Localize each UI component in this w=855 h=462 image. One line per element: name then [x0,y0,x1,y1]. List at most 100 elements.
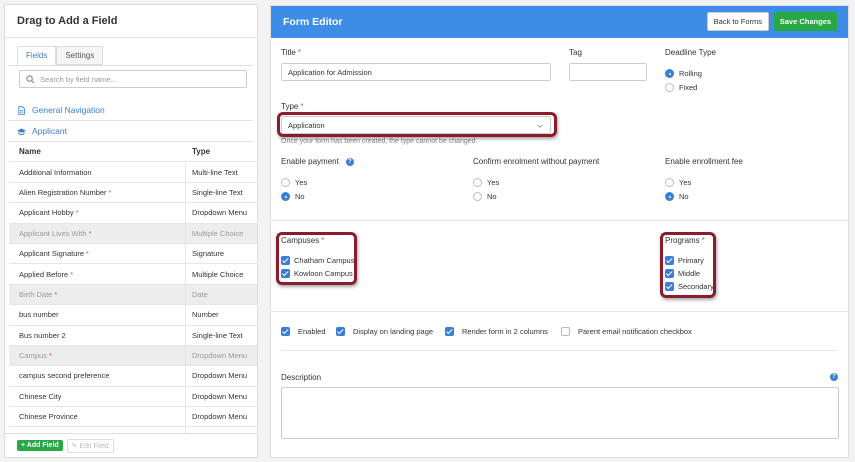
table-row[interactable]: Campus * Dropdown Menu [9,345,257,367]
radio-label: Rolling [679,69,702,78]
group-divider [9,120,253,121]
radio-label: No [487,192,497,201]
checkbox-box [281,327,290,336]
table-row[interactable]: bus number Number [9,305,257,326]
checkbox-box [281,256,290,265]
field-name: Chinese City [19,391,62,401]
add-field-button[interactable]: + Add Field [17,440,63,451]
display-landing-checkbox[interactable]: Display on landing page [336,326,433,337]
required-mark: * [54,289,58,299]
checkbox-label: Display on landing page [353,327,434,336]
table-row[interactable]: Bus number 2 Single-line Text [9,325,257,346]
field-name-cell: Campus * [9,345,186,366]
group-general-navigation[interactable]: General Navigation [17,103,105,117]
chevron-down-icon [537,124,543,128]
program-checkbox-primary[interactable]: Primary [665,255,704,266]
help-icon[interactable]: ? [345,157,354,166]
field-palette-panel: Drag to Add a Field Fields Settings Gene… [4,4,258,458]
field-type-cell: Single-line Text [192,330,243,340]
field-name: Birth Date [19,289,53,299]
field-type-cell: Single-line Text [192,187,243,197]
group-label: General Navigation [32,105,105,115]
campus-checkbox-chatham[interactable]: Chatham Campus [281,255,354,266]
description-label: Description [281,373,322,382]
checkbox-box [665,256,674,265]
field-name: Applicant Lives With [19,228,87,238]
program-checkbox-middle[interactable]: Middle [665,268,700,279]
table-row[interactable]: Applicant Hobby * Dropdown Menu [9,203,257,224]
tag-input[interactable] [569,63,647,81]
save-changes-button[interactable]: Save Changes [773,12,837,31]
payment-yes-radio[interactable]: Yes [281,177,307,188]
field-name-cell: Alien Registration Number * [9,182,186,203]
checkbox-box [665,269,674,278]
table-row[interactable]: campus second preference Dropdown Menu [9,366,257,387]
render-two-columns-checkbox[interactable]: Render form in 2 columns [445,326,548,337]
column-header-name: Name [19,147,41,157]
checkbox-label: Parent email notification checkbox [578,327,692,336]
edit-field-button[interactable]: ✎ Edit Field [66,438,114,453]
fee-yes-radio[interactable]: Yes [665,177,691,188]
search-input[interactable] [40,74,240,84]
type-select-value: Application [288,121,325,130]
group-label: Applicant [32,126,67,136]
field-type-cell: Dropdown Menu [192,208,248,218]
editor-header: Form Editor Back to Forms Save Changes [271,6,848,38]
field-name-cell: bus number [9,305,186,325]
table-row[interactable]: Applicant Lives With * Multiple Choice [9,223,257,244]
table-row[interactable]: Applicant Signature * Signature [9,243,257,265]
tab-settings[interactable]: Settings [56,46,104,65]
field-name: Applicant Hobby [19,208,74,218]
description-help-icon[interactable]: ? [830,373,838,381]
parent-email-checkbox[interactable]: Parent email notification checkbox [561,326,692,337]
title-input[interactable]: Application for Admission [281,63,551,81]
editor-title: Form Editor [283,16,343,28]
confirm-no-radio[interactable]: No [473,191,497,202]
group-applicant[interactable]: Applicant [17,124,67,138]
radio-label: Yes [295,178,308,187]
table-row[interactable]: Applied Before * Multiple Choice [9,264,257,285]
back-to-forms-button[interactable]: Back to Forms [706,12,769,31]
checkbox-box [336,327,345,336]
checkbox-label: Middle [678,269,701,278]
radio-label: Yes [679,178,692,187]
graduation-cap-icon [17,127,26,135]
required-mark: * [297,48,301,57]
radio-label: Yes [487,178,500,187]
field-type-cell: Multiple Choice [192,269,244,279]
field-type-cell: Number [192,310,219,320]
deadline-rolling-radio[interactable]: Rolling [665,68,702,79]
radio-dot [473,178,482,187]
table-row[interactable]: Additional Information Multi-line Text [9,162,257,183]
fee-no-radio[interactable]: No [665,191,689,202]
confirm-yes-radio[interactable]: Yes [473,177,499,188]
table-row[interactable]: Chinese Province Dropdown Menu [9,407,257,428]
enabled-checkbox[interactable]: Enabled [281,326,326,337]
radio-dot [665,178,674,187]
table-row[interactable]: Birth Date * Date [9,284,257,306]
field-search[interactable] [19,70,247,88]
field-name-cell: Applicant Signature * [9,243,186,264]
program-checkbox-secondary[interactable]: Secondary [665,281,714,292]
table-row[interactable]: Chinese City Dropdown Menu [9,386,257,408]
required-mark: * [48,351,52,361]
type-label-text: Type [281,102,299,111]
checkbox-box [665,282,674,291]
tab-fields[interactable]: Fields [17,46,57,65]
section-divider [271,220,848,221]
programs-label: Programs * [665,236,705,245]
radio-dot [473,192,482,201]
campus-checkbox-kowloon[interactable]: Kowloon Campus [281,268,353,279]
type-label: Type * [281,102,303,111]
table-row[interactable]: Alien Registration Number * Single-line Te… [9,182,257,204]
deadline-fixed-radio[interactable]: Fixed [665,82,697,93]
payment-no-radio[interactable]: No [281,191,305,202]
type-hint: Once your form has been created, the typ… [281,138,478,145]
field-name: Applied Before [19,269,69,279]
description-textarea[interactable] [281,387,839,439]
document-icon [18,105,25,115]
field-name-cell: Chinese City [9,386,186,407]
field-name: Campus [19,351,47,361]
enable-payment-label: Enable payment ? [281,157,354,166]
type-select[interactable]: Application [281,116,551,134]
